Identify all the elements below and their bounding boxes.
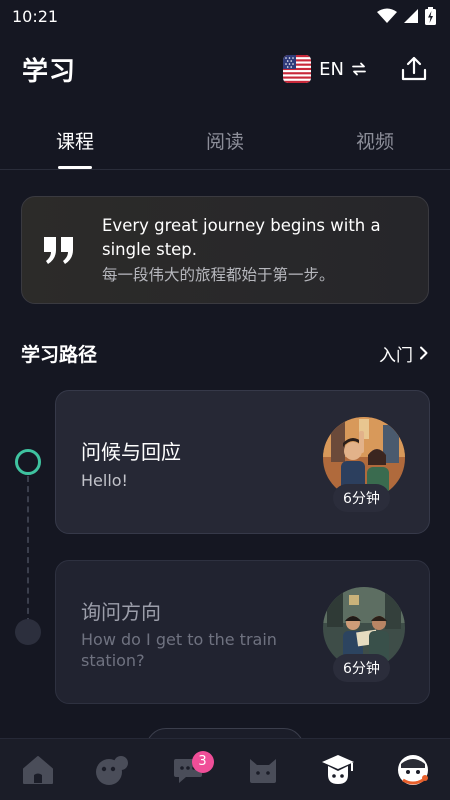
nav-item-home[interactable] [10, 742, 66, 798]
nav-item-games[interactable] [85, 742, 141, 798]
duration-badge: 6分钟 [333, 654, 390, 682]
header-actions: EN [283, 55, 428, 83]
tab-courses[interactable]: 课程 [0, 112, 150, 169]
cellular-signal-icon [404, 9, 418, 23]
learning-path-header: 学习路径 入门 [21, 336, 429, 370]
duration-label: 6分钟 [343, 491, 380, 507]
graduation-cap-icon [321, 754, 354, 784]
active-tab-indicator [58, 166, 92, 169]
timeline-connector [27, 476, 29, 624]
quote-mark-icon [44, 237, 73, 264]
nav-item-profile[interactable] [385, 742, 441, 798]
tab-courses-label: 课程 [55, 131, 94, 153]
quote-card: Every great journey begins with a single… [21, 196, 429, 304]
level-label: 入门 [379, 345, 413, 366]
cat-icon [249, 758, 276, 783]
level-selector[interactable]: 入门 [379, 341, 429, 366]
share-icon[interactable] [400, 55, 428, 83]
lesson-card-greetings[interactable]: 问候与回应 Hello! 6分钟 [55, 390, 430, 534]
timeline-node-locked [15, 619, 41, 645]
nav-item-messages[interactable]: 3 [160, 742, 216, 798]
page-title: 学习 [22, 56, 77, 87]
nav-item-learn[interactable] [310, 742, 366, 798]
duration-label: 6分钟 [343, 661, 380, 677]
tab-reading[interactable]: 阅读 [150, 112, 300, 169]
lesson-subtitle: Hello! [81, 471, 128, 490]
chevron-right-icon [420, 346, 428, 360]
home-icon [22, 755, 53, 784]
game-controller-icon [95, 755, 128, 785]
content-tabs: 课程 阅读 视频 [0, 112, 450, 170]
battery-icon [425, 7, 436, 25]
language-code: EN [319, 58, 344, 80]
duration-badge: 6分钟 [333, 484, 390, 512]
lesson-title: 问候与回应 [81, 440, 181, 464]
tab-reading-label: 阅读 [205, 131, 244, 153]
lesson-title: 询问方向 [81, 600, 161, 624]
mascot-avatar-icon [397, 754, 428, 785]
timeline-node-current [15, 449, 41, 475]
status-icons [377, 7, 436, 25]
us-flag-icon [283, 55, 312, 83]
lesson-subtitle: How do I get to the train station? [81, 630, 277, 670]
quote-english: Every great journey begins with a single… [102, 215, 381, 259]
swap-arrows-icon [352, 62, 366, 76]
tab-videos-label: 视频 [355, 131, 394, 153]
quote-chinese: 每一段伟大的旅程都始于第一步。 [102, 265, 335, 284]
status-time: 10:21 [12, 6, 59, 26]
unread-badge: 3 [191, 750, 214, 773]
learning-path-title: 学习路径 [21, 343, 98, 366]
bottom-navigation: 3 [0, 738, 450, 800]
lesson-card-directions[interactable]: 询问方向 How do I get to the train station? … [55, 560, 430, 704]
language-switcher[interactable]: EN [283, 55, 366, 83]
quote-text: Every great journey begins with a single… [102, 214, 408, 287]
app-header: 学习 EN [0, 40, 450, 98]
tab-videos[interactable]: 视频 [300, 112, 450, 169]
status-bar: 10:21 [0, 0, 450, 32]
wifi-icon [377, 8, 397, 23]
nav-item-pet[interactable] [235, 742, 291, 798]
